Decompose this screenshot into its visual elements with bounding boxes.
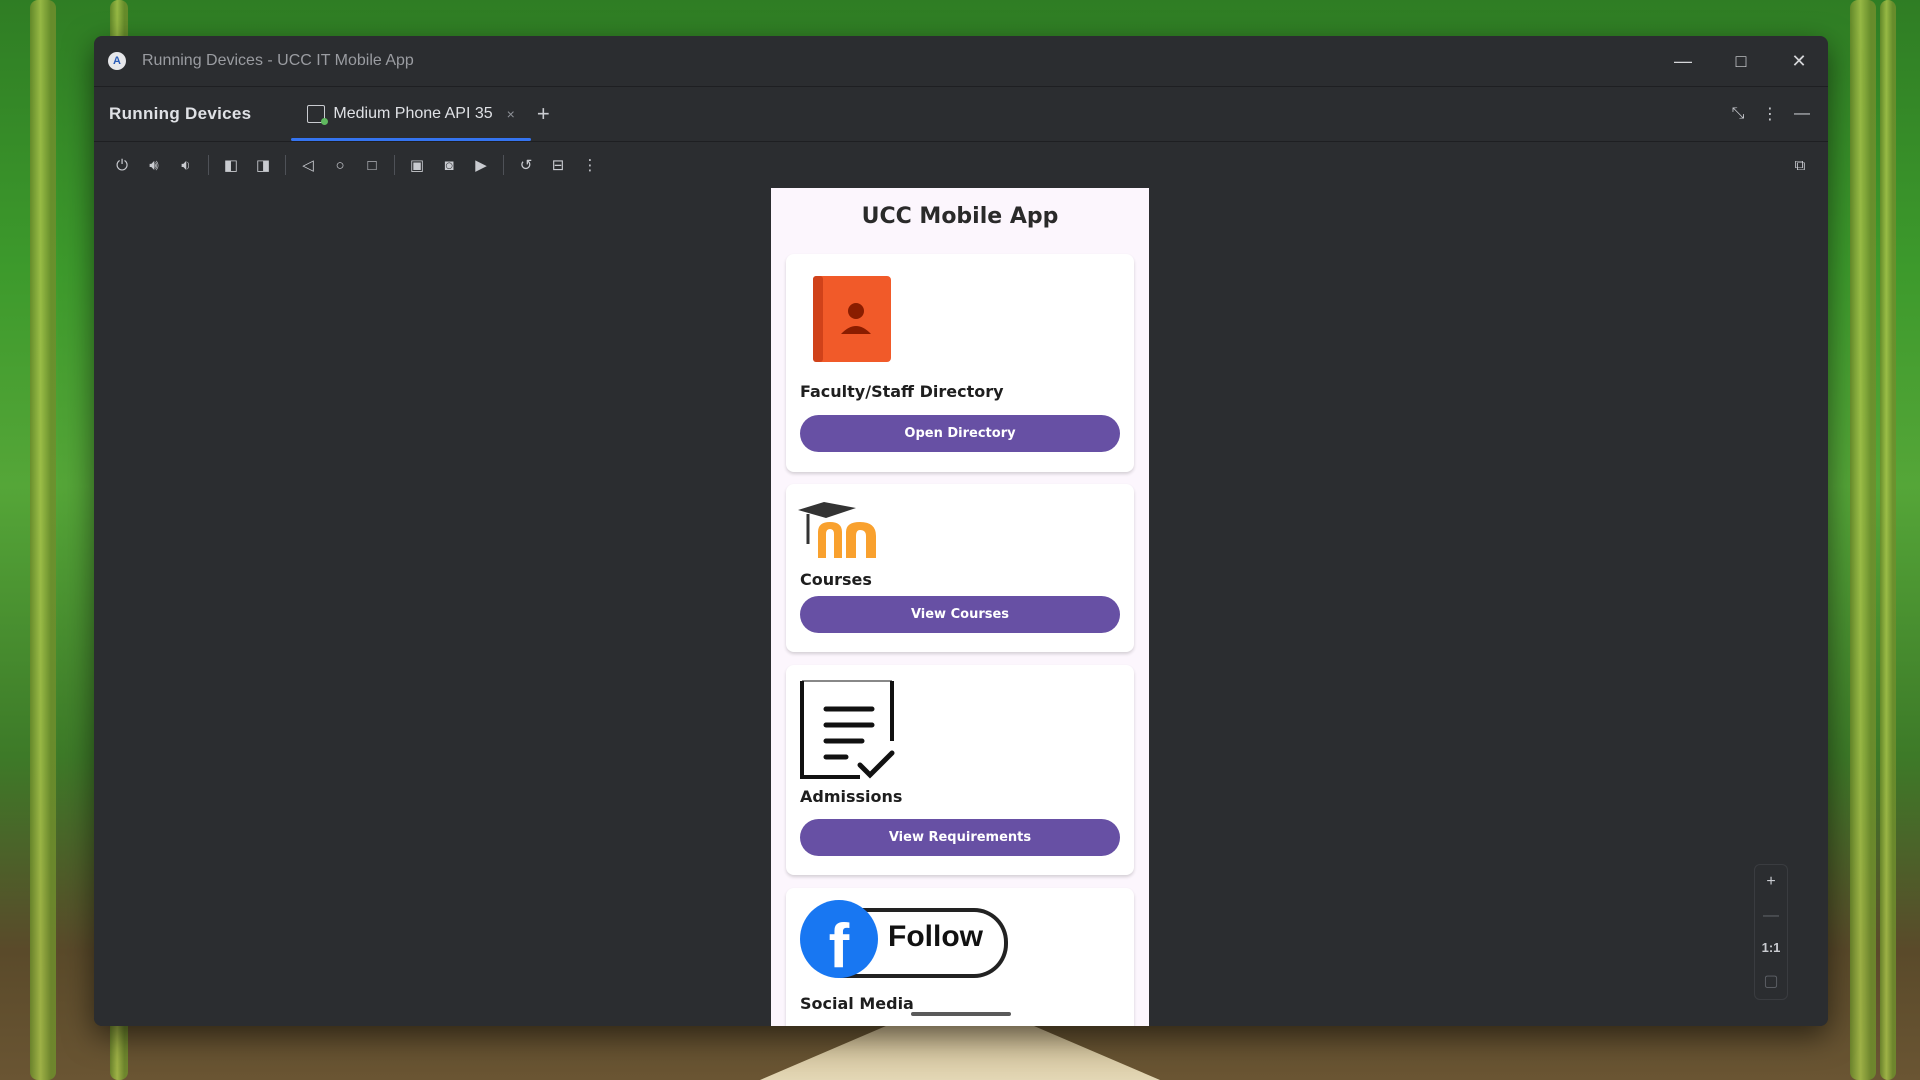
courses-card: Courses View Courses: [786, 484, 1134, 652]
active-tab-indicator: [291, 138, 531, 141]
android-studio-icon: A: [108, 52, 126, 70]
add-tab-button[interactable]: +: [537, 101, 550, 127]
device-icon: [307, 105, 329, 125]
record-icon[interactable]: ▶: [465, 149, 497, 181]
facebook-follow-icon[interactable]: f Follow: [800, 900, 1010, 982]
ide-window: A Running Devices - UCC IT Mobile App — …: [94, 36, 1828, 1026]
device-toolbar: ⏻ 🔊︎ 🔉︎ ◧ ◨ ◁ ○ □ ▣ ◙ ▶ ↺ ⊟ ⋮ ⧉: [94, 142, 1828, 189]
toolbar-divider: [208, 155, 209, 175]
contact-book-icon: [813, 276, 891, 362]
window-title: Running Devices - UCC IT Mobile App: [142, 52, 414, 69]
maximize-icon[interactable]: □: [1712, 36, 1770, 86]
zoom-out-button[interactable]: —: [1763, 907, 1779, 925]
minimize-icon[interactable]: —: [1654, 36, 1712, 86]
volume-up-icon[interactable]: 🔊︎: [138, 149, 170, 181]
app-title: UCC Mobile App: [861, 204, 1059, 229]
more-icon[interactable]: ⋮: [574, 149, 606, 181]
tab-medium-phone[interactable]: Medium Phone API 35 ×: [291, 87, 531, 141]
device-manager-icon[interactable]: ⧉: [1784, 149, 1816, 181]
gesture-nav-bar[interactable]: [911, 1012, 1011, 1016]
view-requirements-button[interactable]: View Requirements: [800, 819, 1120, 856]
moodle-logo-icon: [796, 496, 892, 560]
phone-screen[interactable]: UCC Mobile App Faculty/Staff Directory O…: [771, 188, 1149, 1026]
power-icon[interactable]: ⏻: [106, 149, 138, 181]
rotate-left-icon[interactable]: ◧: [215, 149, 247, 181]
actual-size-button[interactable]: 1:1: [1762, 940, 1781, 955]
background-bamboo: [1880, 0, 1896, 1080]
directory-card: Faculty/Staff Directory Open Directory: [786, 254, 1134, 472]
rotate-right-icon[interactable]: ◨: [247, 149, 279, 181]
toolbar-divider: [285, 155, 286, 175]
close-icon[interactable]: ✕: [1770, 36, 1828, 86]
volume-down-icon[interactable]: 🔉︎: [170, 149, 202, 181]
toolbar-divider: [394, 155, 395, 175]
background-path: [760, 1020, 1160, 1080]
overview-icon[interactable]: □: [356, 149, 388, 181]
social-media-card: f Follow Social Media: [786, 888, 1134, 1026]
device-mirror-icon[interactable]: ▣: [401, 149, 433, 181]
checklist-document-icon: [800, 679, 896, 779]
follow-text: Follow: [888, 920, 983, 953]
open-directory-button[interactable]: Open Directory: [800, 415, 1120, 452]
tab-bar: Running Devices Medium Phone API 35 × + …: [94, 86, 1828, 142]
tab-label: Medium Phone API 35: [333, 105, 493, 122]
background-bamboo: [1850, 0, 1876, 1080]
toolbar-divider: [503, 155, 504, 175]
device-display-area: UCC Mobile App Faculty/Staff Directory O…: [94, 188, 1828, 1026]
tab-close-icon[interactable]: ×: [507, 106, 515, 122]
back-icon[interactable]: ◁: [292, 149, 324, 181]
zoom-in-button[interactable]: +: [1766, 873, 1775, 891]
zoom-controls: + — 1:1 ▢: [1754, 864, 1788, 1000]
reset-icon[interactable]: ↺: [510, 149, 542, 181]
snapshot-icon[interactable]: ⊟: [542, 149, 574, 181]
background-bamboo: [30, 0, 56, 1080]
card-label: Social Media: [800, 994, 914, 1013]
admissions-card: Admissions View Requirements: [786, 665, 1134, 875]
hide-panel-icon[interactable]: —: [1786, 105, 1818, 123]
title-bar: A Running Devices - UCC IT Mobile App — …: [94, 36, 1828, 86]
home-icon[interactable]: ○: [324, 149, 356, 181]
more-options-icon[interactable]: ⋮: [1754, 104, 1786, 124]
view-courses-button[interactable]: View Courses: [800, 596, 1120, 633]
screenshot-icon[interactable]: ◙: [433, 149, 465, 181]
panel-title: Running Devices: [109, 104, 252, 123]
fit-screen-icon[interactable]: ▢: [1763, 971, 1778, 991]
collapse-icon[interactable]: ⤡: [1722, 105, 1754, 123]
card-label: Faculty/Staff Directory: [800, 382, 1004, 401]
card-label: Admissions: [800, 787, 903, 806]
card-label: Courses: [800, 570, 872, 589]
